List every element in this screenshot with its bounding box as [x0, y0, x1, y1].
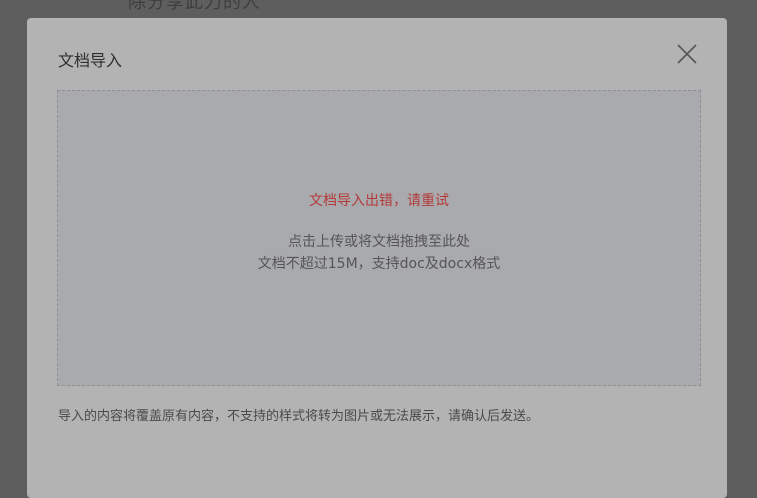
close-button[interactable]: [675, 42, 699, 66]
upload-dropzone[interactable]: 文档导入出错，请重试 点击上传或将文档拖拽至此处 文档不超过15M，支持doc及…: [57, 90, 701, 386]
document-import-dialog: 文档导入 文档导入出错，请重试 点击上传或将文档拖拽至此处 文档不超过15M，支…: [27, 18, 727, 498]
file-limit-hint: 文档不超过15M，支持doc及docx格式: [257, 256, 501, 272]
close-icon: [677, 44, 697, 64]
import-error-message: 文档导入出错，请重试: [309, 193, 449, 209]
import-notice: 导入的内容将覆盖原有内容，不支持的样式将转为图片或无法展示，请确认后发送。: [58, 409, 540, 424]
dialog-title: 文档导入: [58, 51, 123, 70]
background-partial-text: 除分享此力的人: [128, 0, 261, 13]
upload-hint: 点击上传或将文档拖拽至此处: [288, 234, 470, 250]
